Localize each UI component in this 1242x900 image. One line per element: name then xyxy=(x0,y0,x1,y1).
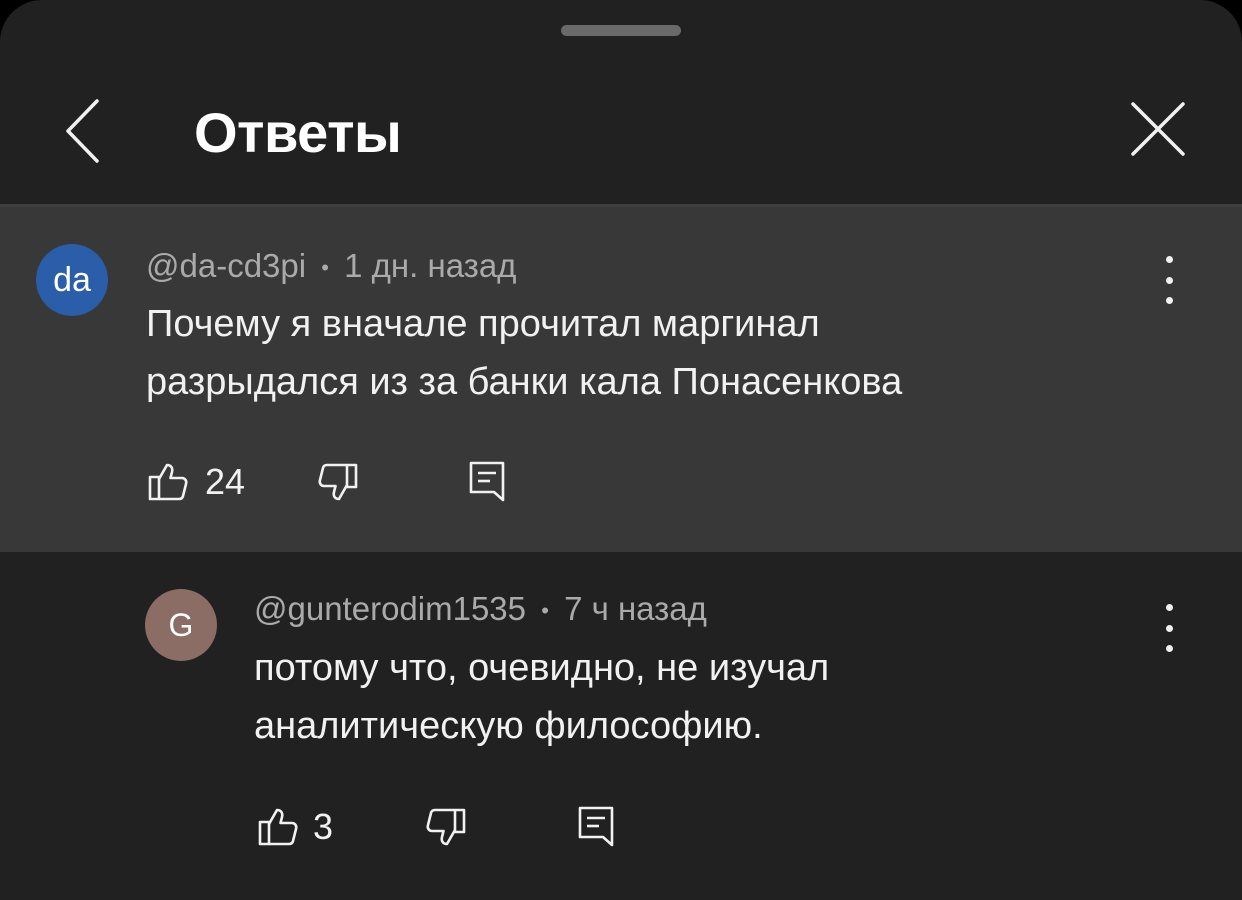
thumbs-up-icon xyxy=(258,808,298,846)
chevron-left-icon xyxy=(66,99,99,163)
more-options-button[interactable] xyxy=(1157,604,1181,652)
avatar-initials: G xyxy=(168,606,194,643)
like-button[interactable] xyxy=(146,459,190,503)
avatar[interactable]: G xyxy=(145,589,217,661)
dislike-button[interactable] xyxy=(424,806,468,850)
more-vertical-icon xyxy=(1165,256,1173,263)
comment-text-line: аналитическую философию. xyxy=(254,705,763,747)
comment-text-line: Почему я вначале прочитал маргинал xyxy=(146,303,820,345)
meta-separator: • xyxy=(541,598,549,624)
meta-separator: • xyxy=(321,255,329,281)
drag-handle[interactable] xyxy=(561,25,681,36)
sheet-header: Ответы xyxy=(0,60,1242,204)
thumbs-down-icon xyxy=(318,463,358,501)
reply-button[interactable] xyxy=(468,460,508,504)
comment-time: 7 ч назад xyxy=(564,590,707,627)
comment-time: 1 дн. назад xyxy=(344,247,517,284)
thumbs-up-icon xyxy=(148,463,188,501)
comment-author[interactable]: @gunterodim1535 xyxy=(254,590,526,627)
like-count: 3 xyxy=(313,806,334,847)
thumbs-down-icon xyxy=(426,808,466,846)
reply-comment-icon xyxy=(469,461,505,502)
reply-button[interactable] xyxy=(577,805,617,849)
close-icon xyxy=(1131,102,1185,156)
avatar-initials: da xyxy=(53,260,91,299)
avatar[interactable]: da xyxy=(36,244,108,316)
replies-sheet: Ответы da @da-cd3pi • 1 дн. назад Почему… xyxy=(0,0,1242,900)
comment-author[interactable]: @da-cd3pi xyxy=(146,247,306,284)
dislike-button[interactable] xyxy=(316,461,360,505)
back-button[interactable] xyxy=(56,96,112,166)
close-button[interactable] xyxy=(1122,94,1194,166)
more-vertical-icon xyxy=(1165,604,1173,611)
parent-comment: da @da-cd3pi • 1 дн. назад Почему я внач… xyxy=(0,207,1242,552)
like-button[interactable] xyxy=(256,804,300,848)
comment-text: потому что, очевидно, не изучал аналитич… xyxy=(254,639,829,755)
comment-text-line: потому что, очевидно, не изучал xyxy=(254,647,830,689)
reply-comment-icon xyxy=(578,806,614,847)
more-options-button[interactable] xyxy=(1157,256,1181,304)
page-title: Ответы xyxy=(194,101,402,164)
comment-text-line: разрыдался из за банки кала Понасенкова xyxy=(146,361,903,403)
like-count: 24 xyxy=(205,461,246,502)
comment-meta: @gunterodim1535 • 7 ч назад xyxy=(254,590,707,628)
comment-text: Почему я вначале прочитал маргинал разры… xyxy=(146,295,902,411)
comment-meta: @da-cd3pi • 1 дн. назад xyxy=(146,247,516,285)
